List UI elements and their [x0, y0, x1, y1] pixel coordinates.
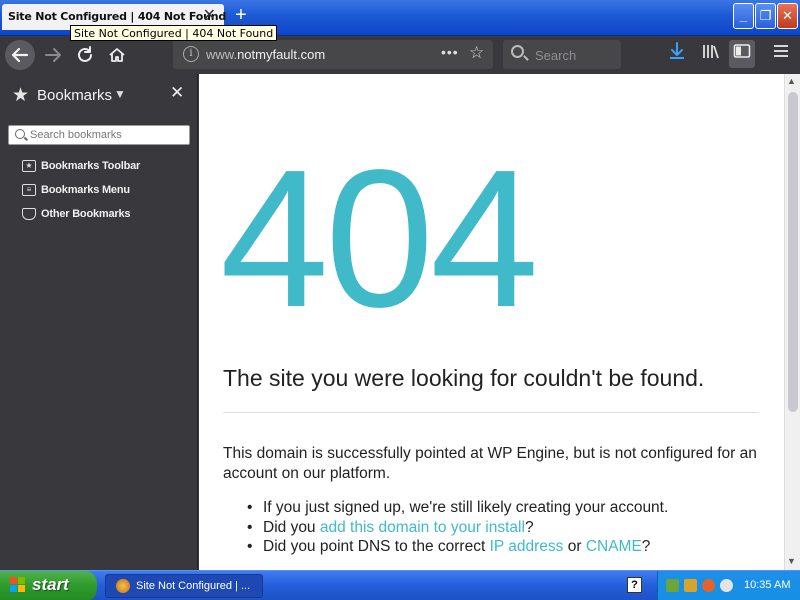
home-button[interactable]: [102, 40, 132, 70]
back-button[interactable]: [5, 40, 35, 70]
search-input[interactable]: Search: [535, 48, 576, 63]
start-button[interactable]: start: [0, 571, 97, 600]
sidebar-item-label: Bookmarks Toolbar: [41, 160, 141, 172]
ip-address-link[interactable]: IP address: [490, 538, 564, 555]
scroll-down-icon[interactable]: ▼: [787, 556, 796, 566]
search-tray-icon[interactable]: [702, 579, 715, 592]
close-icon[interactable]: ✕: [170, 83, 184, 103]
tab-close-icon[interactable]: ✕: [203, 6, 216, 26]
list-item: Did you add this domain to your install?: [239, 518, 769, 538]
divider: [223, 412, 759, 413]
taskbar-item-browser[interactable]: Site Not Configured | ...: [105, 574, 263, 598]
add-domain-link[interactable]: add this domain to your install: [320, 519, 525, 536]
download-icon[interactable]: [664, 40, 690, 68]
system-tray: 10:35 AM: [657, 571, 800, 600]
tab-tooltip: Site Not Configured | 404 Not Found: [70, 25, 278, 41]
scroll-up-icon[interactable]: ▲: [787, 76, 796, 86]
screen: Site Not Configured | 404 Not Found ✕ + …: [0, 0, 800, 600]
sidebar-item-label: Other Bookmarks: [41, 208, 131, 220]
search-icon: [15, 129, 25, 139]
reload-button[interactable]: [70, 40, 100, 70]
list-item: Did you point DNS to the correct IP addr…: [239, 537, 769, 557]
sidebar-toggle-icon[interactable]: [729, 40, 755, 68]
clock: 10:35 AM: [744, 579, 791, 591]
hamburger-menu-icon[interactable]: [768, 40, 794, 68]
page-scrollbar[interactable]: ▲ ▼: [784, 74, 800, 570]
sidebar-header[interactable]: ★ Bookmarks ▼ ✕: [0, 74, 198, 116]
browser-icon: [116, 579, 130, 593]
taskbar: start Site Not Configured | ... ? 10:35 …: [0, 570, 800, 600]
network-icon[interactable]: [666, 579, 679, 592]
taskbar-item-label: Site Not Configured | ...: [136, 580, 251, 592]
arrow-right-icon: [45, 48, 61, 62]
start-label: start: [32, 575, 69, 594]
sidebar-item-bookmarks-menu[interactable]: ≡ Bookmarks Menu: [22, 182, 192, 200]
security-icon[interactable]: [684, 579, 697, 592]
sidebar-item-label: Bookmarks Menu: [41, 184, 130, 196]
minimize-button[interactable]: _: [733, 3, 754, 29]
list-item: If you just signed up, we're still likel…: [239, 498, 769, 518]
error-headline: The site you were looking for couldn't b…: [223, 365, 705, 391]
arrow-left-icon: [11, 47, 29, 63]
maximize-button[interactable]: ❐: [755, 3, 776, 29]
url-text[interactable]: www.notmyfault.com: [206, 47, 325, 62]
url-bar[interactable]: i www.notmyfault.com ••• ☆: [173, 40, 493, 69]
info-icon[interactable]: i: [183, 46, 199, 62]
cname-link[interactable]: CNAME: [586, 538, 642, 555]
library-icon[interactable]: [697, 40, 723, 68]
reload-icon: [78, 46, 92, 62]
volume-icon[interactable]: [720, 579, 733, 592]
bookmarks-sidebar: ★ Bookmarks ▼ ✕ Search bookmarks ★ Bookm…: [0, 74, 198, 570]
chevron-down-icon[interactable]: ▼: [114, 87, 126, 101]
forward-button[interactable]: [38, 40, 68, 70]
search-bookmarks-placeholder: Search bookmarks: [30, 129, 122, 141]
page-content: 404 The site you were looking for couldn…: [199, 74, 784, 570]
search-icon: [511, 45, 524, 58]
error-description: This domain is successfully pointed at W…: [223, 445, 757, 482]
close-window-button[interactable]: ✕: [777, 3, 798, 29]
home-icon: [109, 48, 125, 62]
menu-list-icon: ≡: [22, 184, 36, 196]
windows-logo-icon: [10, 577, 26, 593]
error-code: 404: [220, 129, 539, 348]
star-icon: ★: [12, 85, 30, 106]
bookmark-star-icon[interactable]: ☆: [469, 43, 484, 63]
help-icon[interactable]: ?: [627, 577, 642, 593]
new-tab-button[interactable]: +: [232, 5, 250, 25]
toolbar-star-icon: ★: [22, 160, 36, 172]
sidebar-item-other-bookmarks[interactable]: Other Bookmarks: [22, 206, 192, 224]
suggestion-list: If you just signed up, we're still likel…: [239, 498, 769, 557]
nav-toolbar: i www.notmyfault.com ••• ☆ Search: [0, 36, 800, 74]
search-bar[interactable]: Search: [503, 40, 621, 69]
search-bookmarks-input[interactable]: Search bookmarks: [8, 125, 190, 145]
tab-title: Site Not Configured | 404 Not Found: [8, 10, 227, 23]
folder-icon: [22, 208, 36, 220]
sidebar-item-bookmarks-toolbar[interactable]: ★ Bookmarks Toolbar: [22, 158, 192, 176]
scroll-thumb[interactable]: [788, 92, 798, 412]
sidebar-title[interactable]: Bookmarks: [37, 87, 112, 104]
page-actions-icon[interactable]: •••: [441, 44, 459, 60]
